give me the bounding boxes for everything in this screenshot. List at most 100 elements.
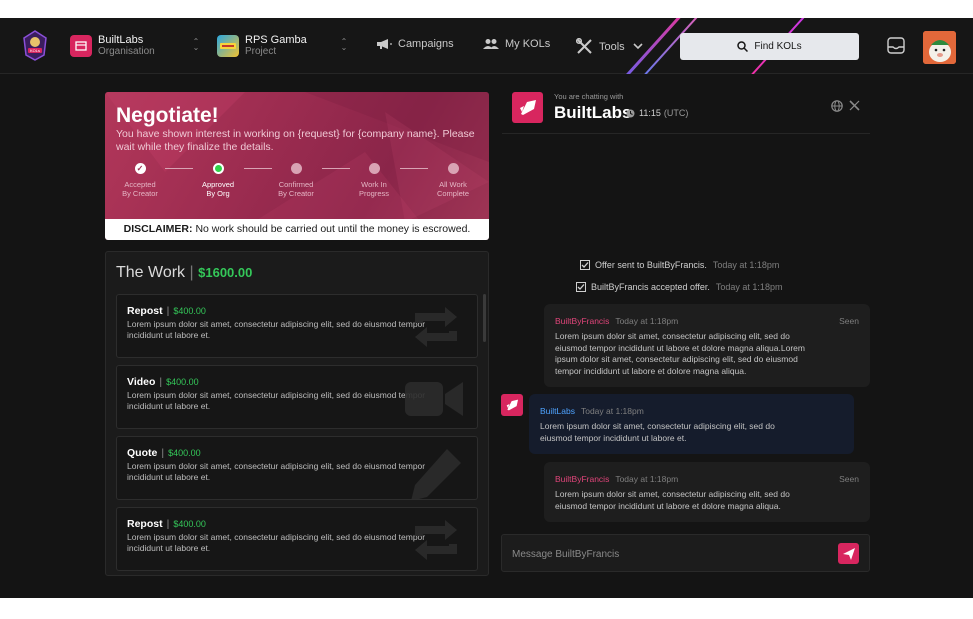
work-title: The Work <box>116 264 186 281</box>
find-kols-label: Find KOLs <box>754 41 802 52</box>
work-item-description: Lorem ipsum dolor sit amet, consectetur … <box>127 319 426 340</box>
step-label: All Work <box>439 180 467 189</box>
chat-subtitle: You are chatting with <box>554 92 624 101</box>
chat-header: You are chatting with BuiltLabs 11:15 (U… <box>502 92 870 134</box>
nav-tools[interactable]: Tools <box>576 38 649 55</box>
work-header: The Work | $1600.00 <box>116 264 253 281</box>
kols-logo-icon[interactable]: KOLs <box>22 29 48 61</box>
step-confirmed: Confirmed By Creator <box>261 163 331 198</box>
message-line: eiusmod tempor incididunt ut labore et d… <box>555 500 781 511</box>
work-item-description: Lorem ipsum dolor sit amet, consectetur … <box>127 390 426 411</box>
organisation-label: Organisation <box>98 46 155 57</box>
message-sender: BuiltByFrancis <box>555 474 610 484</box>
message-line: Lorem ipsum dolor sit amet, consectetur … <box>540 421 775 431</box>
step-accepted: ✓ Accepted By Creator <box>105 163 175 198</box>
users-icon <box>483 39 499 49</box>
project-switcher[interactable]: RPS Gamba Project <box>217 34 307 58</box>
chat-partner-name: BuiltLabs <box>554 103 632 122</box>
message-body: Lorem ipsum dolor sit amet, consectetur … <box>540 421 775 444</box>
send-button[interactable] <box>838 543 859 564</box>
negotiate-text: You have shown interest in working on {r… <box>116 128 475 153</box>
nav-campaigns[interactable]: Campaigns <box>376 38 454 50</box>
message-line: ipsum dolor sit amet, consectetur adipis… <box>555 354 798 364</box>
message-input[interactable] <box>512 545 812 563</box>
chat-local-time: 11:15 (UTC) <box>626 108 688 118</box>
message-line: tempor incididunt ut labore et dolore ma… <box>555 365 747 376</box>
message-time: Today at 1:18pm <box>580 406 644 416</box>
disclaimer-bar: DISCLAIMER: No work should be carried ou… <box>105 219 489 240</box>
message-sender: BuiltLabs <box>540 406 575 416</box>
step-label: Approved <box>201 180 235 189</box>
work-item-type: Repost <box>127 305 163 317</box>
organisation-switcher[interactable]: BuiltLabs Organisation <box>70 34 155 58</box>
system-message-time: Today at 1:18pm <box>712 260 780 270</box>
message-line: eiusmod tempor incididunt ut labore et. <box>540 432 687 443</box>
message-line: eiusmod tempor incididunt ut labore et d… <box>555 342 805 353</box>
system-message-text: Offer sent to BuiltByFrancis. <box>595 260 707 270</box>
top-nav: KOLs BuiltLabs Organisation ⌃ ⌄ RPS Gamba… <box>0 18 973 74</box>
project-label: Project <box>245 46 277 57</box>
chat-timezone: (UTC) <box>663 108 689 118</box>
step-label: Work In <box>361 180 387 189</box>
project-name: RPS Gamba <box>245 34 307 46</box>
project-chevron-icon[interactable]: ⌃ ⌄ <box>339 38 349 52</box>
step-work-in-progress: Work In Progress <box>339 163 409 198</box>
message-bubble-sent[interactable]: BuiltLabs Today at 1:18pm Lorem ipsum dol… <box>529 394 854 454</box>
send-icon <box>842 547 855 560</box>
clock-icon <box>626 109 635 117</box>
message-body: Lorem ipsum dolor sit amet, consectetur … <box>555 489 790 512</box>
work-item-price: $400.00 <box>173 306 206 316</box>
chat-social-links <box>831 100 860 112</box>
message-status: Seen <box>839 316 859 326</box>
work-item[interactable]: Repost | $400.00 Lorem ipsum dolor sit ame… <box>116 507 478 571</box>
work-item-type: Quote <box>127 447 158 459</box>
find-kols-button[interactable]: Find KOLs <box>680 33 859 60</box>
pending-step-dot <box>447 163 459 174</box>
message-time: Today at 1:18pm <box>615 474 679 484</box>
x-twitter-icon[interactable] <box>849 100 860 111</box>
disclaimer-label: DISCLAIMER: <box>123 223 193 235</box>
organisation-name: BuiltLabs <box>98 34 144 46</box>
current-step-dot <box>212 163 224 174</box>
work-item[interactable]: Video | $400.00 Lorem ipsum dolor sit amet… <box>116 365 478 429</box>
own-avatar <box>501 394 523 416</box>
check-icon: ✓ <box>134 163 146 174</box>
user-avatar[interactable] <box>923 31 956 64</box>
message-composer <box>501 534 870 572</box>
chat-time-value: 11:15 <box>639 108 661 118</box>
message-body: Lorem ipsum dolor sit amet, consectetur … <box>555 331 805 377</box>
nav-campaigns-label: Campaigns <box>398 38 454 50</box>
chat-partner-avatar[interactable] <box>512 92 543 123</box>
work-total: $1600.00 <box>198 265 253 280</box>
message-bubble-received[interactable]: BuiltByFrancis Today at 1:18pm Seen Lorem… <box>544 462 870 522</box>
work-item-description: Lorem ipsum dolor sit amet, consectetur … <box>127 461 426 482</box>
organisation-chevron-icon[interactable]: ⌃ ⌄ <box>191 38 201 52</box>
inbox-icon[interactable] <box>887 37 905 54</box>
message-bubble-received[interactable]: BuiltByFrancis Today at 1:18pm Seen Lorem… <box>544 304 870 387</box>
pending-step-dot <box>290 163 302 174</box>
work-item[interactable]: Quote | $400.00 Lorem ipsum dolor sit amet… <box>116 436 478 500</box>
work-item-price: $400.00 <box>166 377 199 387</box>
pencil-icon <box>411 449 461 499</box>
work-item[interactable]: Repost | $400.00 Lorem ipsum dolor sit ame… <box>116 294 478 358</box>
work-item-price: $400.00 <box>173 519 206 529</box>
megaphone-icon <box>377 39 392 49</box>
message-line: Lorem ipsum dolor sit amet, consectetur … <box>555 489 790 499</box>
message-line: Lorem ipsum dolor sit amet, consectetur … <box>555 331 790 341</box>
step-complete: All Work Complete <box>418 163 488 198</box>
work-scrollbar[interactable] <box>483 294 486 342</box>
nav-tools-label: Tools <box>599 40 625 53</box>
nav-my-kols[interactable]: My KOLs <box>483 38 550 50</box>
tools-icon <box>576 38 592 54</box>
globe-icon[interactable] <box>831 100 843 112</box>
progress-stepper: ✓ Accepted By Creator Approved By Org Conf… <box>105 163 489 203</box>
video-camera-icon <box>405 382 463 416</box>
step-approved: Approved By Org <box>183 163 253 198</box>
step-label: By Creator <box>278 189 314 198</box>
work-item-description: Lorem ipsum dolor sit amet, consectetur … <box>127 532 426 553</box>
system-message-time: Today at 1:18pm <box>715 282 783 292</box>
app-window: KOLs BuiltLabs Organisation ⌃ ⌄ RPS Gamba… <box>0 18 973 598</box>
chevron-down-icon <box>633 43 643 50</box>
step-label: Accepted <box>124 180 156 189</box>
nav-my-kols-label: My KOLs <box>505 38 551 50</box>
